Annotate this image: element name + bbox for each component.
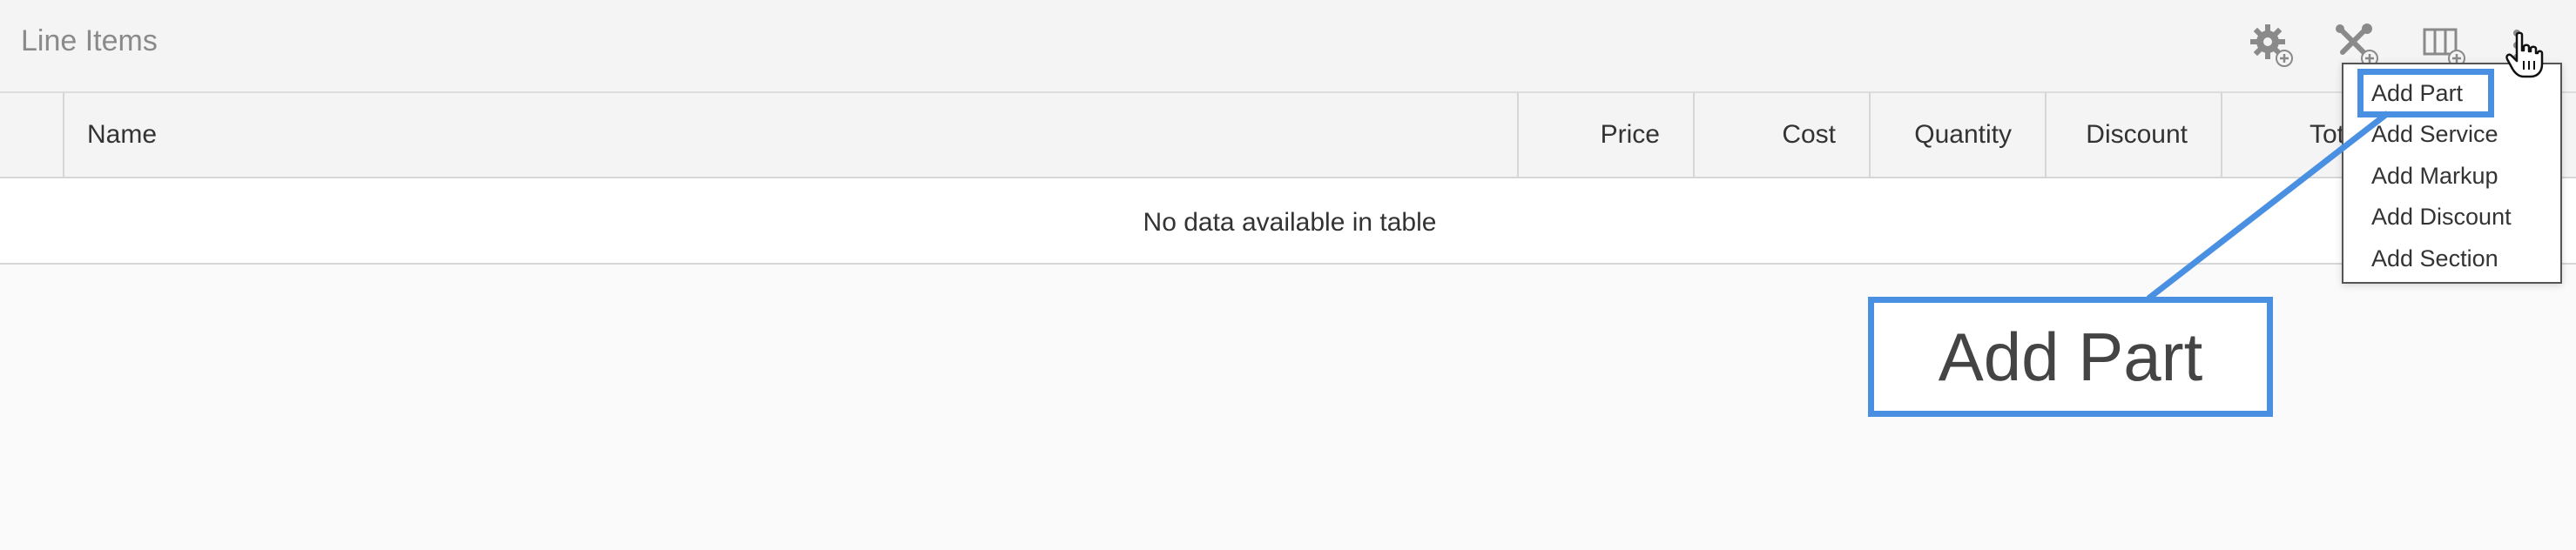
column-header-select[interactable]	[0, 93, 63, 177]
table-header-row: Name Price Cost Quantity Discount Tot	[0, 93, 2576, 178]
gear-plus-icon	[2250, 24, 2293, 67]
column-header-price[interactable]: Price	[1517, 93, 1693, 177]
hand-cursor-icon	[2505, 31, 2544, 78]
menu-item-add-service[interactable]: Add Service	[2371, 121, 2498, 148]
settings-button[interactable]	[2245, 19, 2297, 71]
column-header-name[interactable]: Name	[63, 93, 1517, 177]
column-header-cost[interactable]: Cost	[1693, 93, 1869, 177]
column-header-quantity[interactable]: Quantity	[1869, 93, 2045, 177]
callout-label: Add Part	[1938, 318, 2203, 395]
callout-box: Add Part	[1868, 297, 2273, 417]
column-header-discount[interactable]: Discount	[2045, 93, 2221, 177]
table-row: No data available in table	[0, 178, 2576, 265]
menu-item-add-discount[interactable]: Add Discount	[2371, 204, 2512, 231]
page-title: Line Items	[21, 24, 158, 57]
menu-item-add-markup[interactable]: Add Markup	[2371, 163, 2498, 190]
highlight-box	[2357, 69, 2494, 117]
line-items-header: Line Items	[0, 0, 2576, 93]
tools-plus-icon	[2336, 23, 2378, 67]
menu-item-add-section[interactable]: Add Section	[2371, 245, 2498, 272]
empty-table-message: No data available in table	[1143, 208, 1437, 237]
columns-plus-icon	[2423, 28, 2465, 67]
